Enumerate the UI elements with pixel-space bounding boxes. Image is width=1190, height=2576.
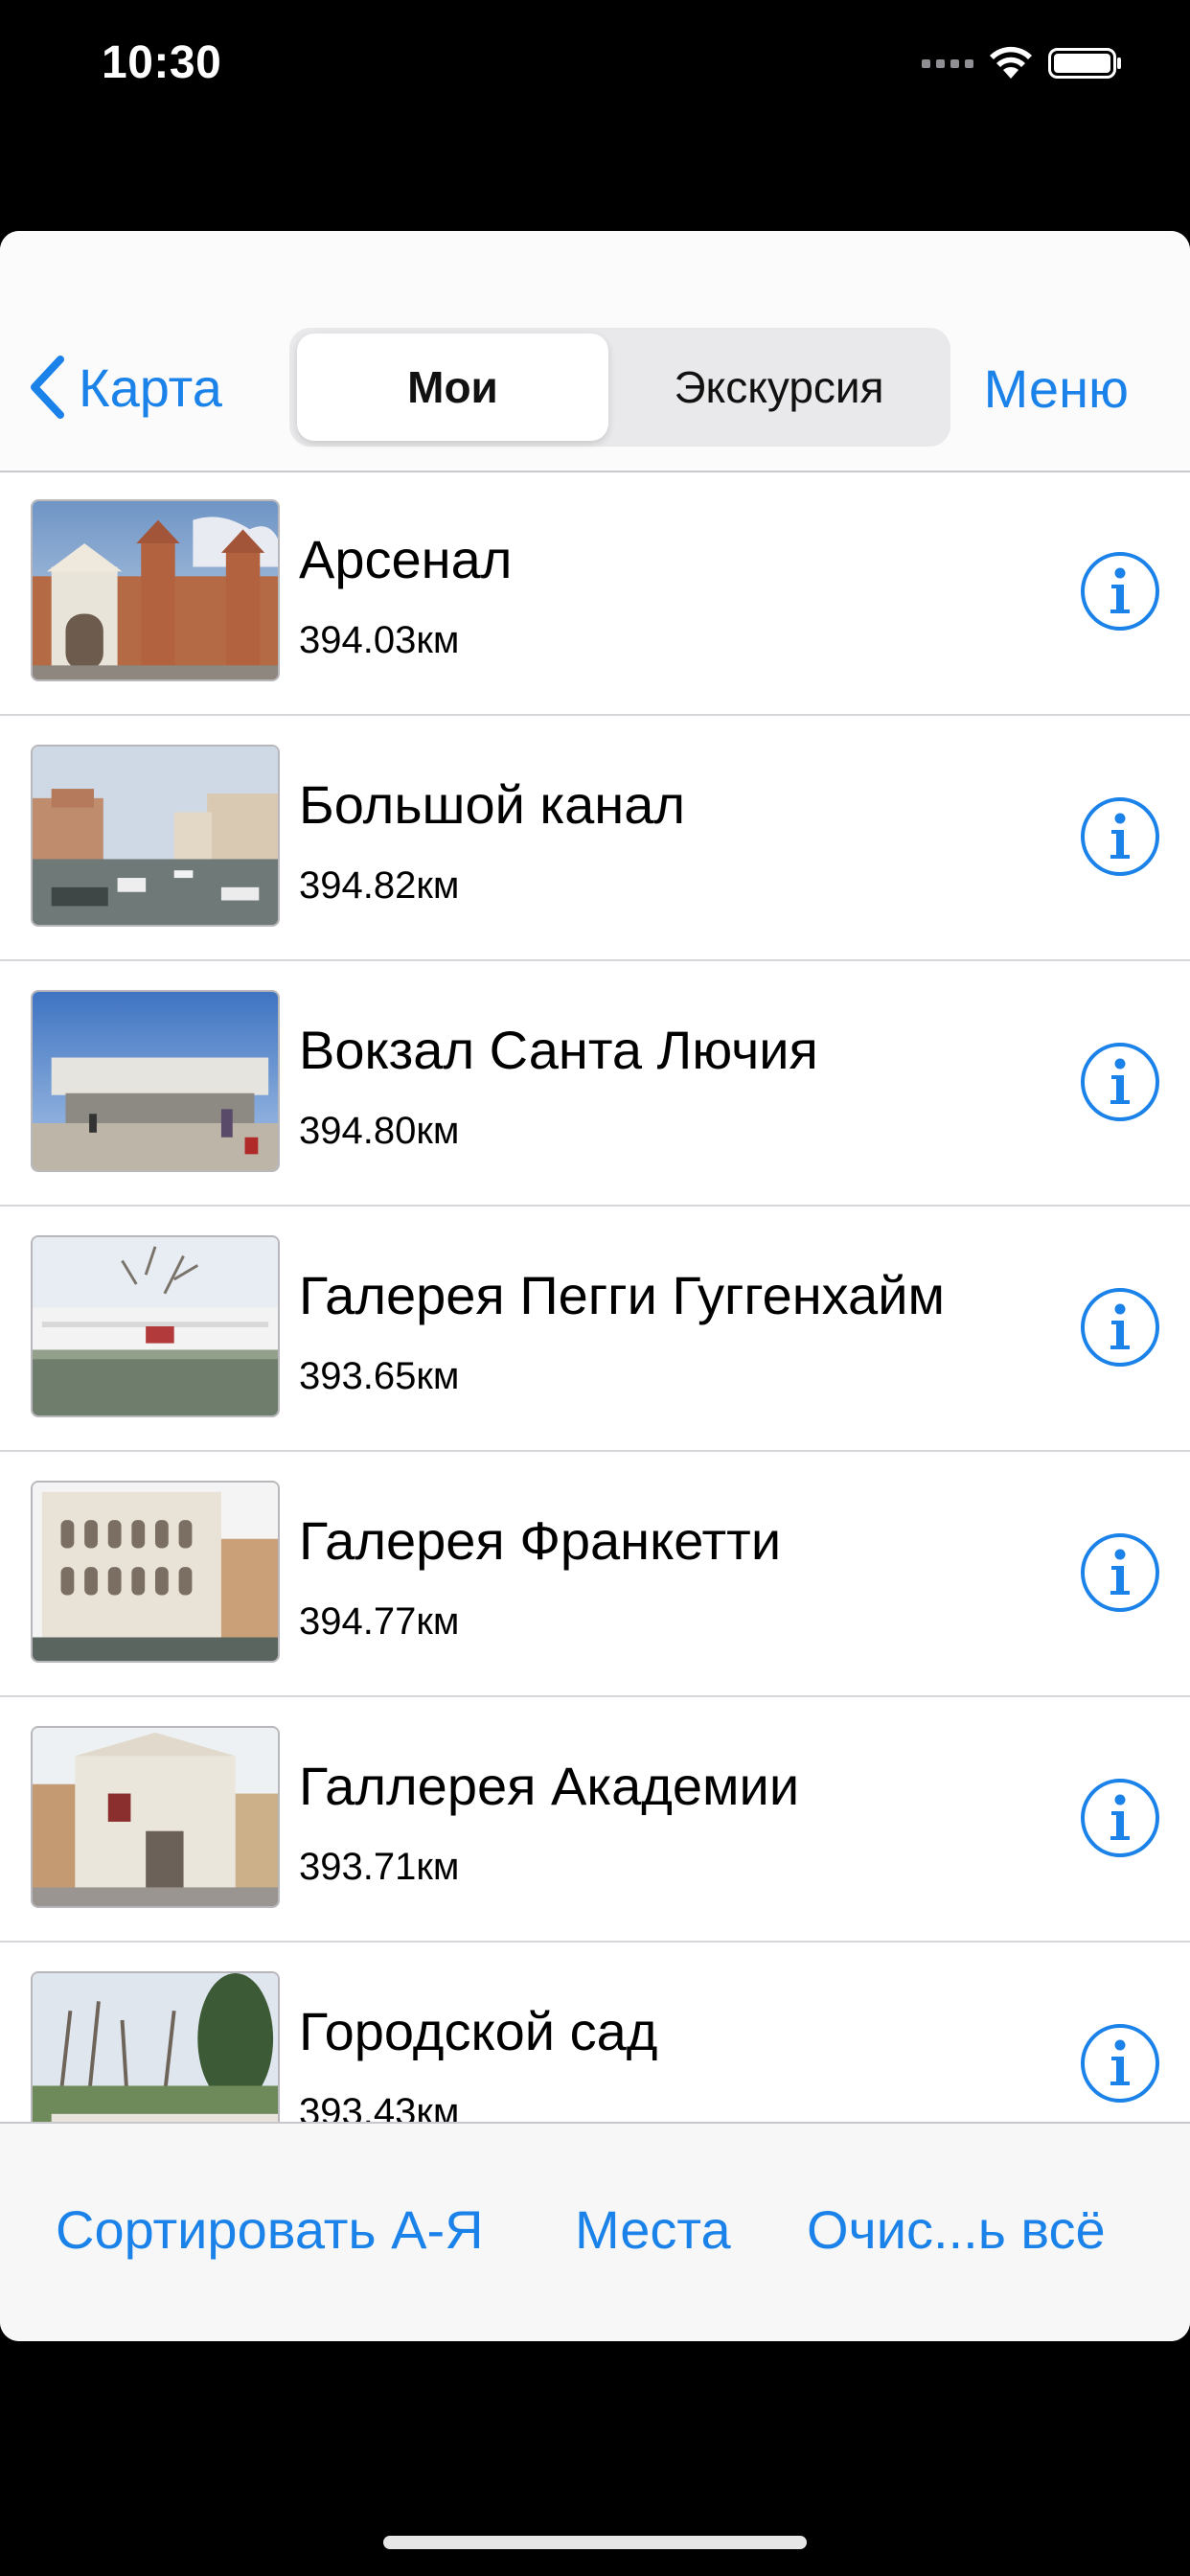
place-distance: 394.03км [299, 619, 460, 661]
place-thumbnail [31, 499, 280, 681]
place-title: Арсенал [299, 529, 513, 589]
chevron-left-icon [31, 356, 64, 419]
list-item[interactable]: Большой канал 394.82км [0, 716, 1190, 961]
list-item[interactable]: Галерея Франкетти 394.77км [0, 1452, 1190, 1697]
place-thumbnail [31, 1726, 280, 1908]
place-thumbnail [31, 1235, 280, 1417]
place-thumbnail [31, 1971, 280, 2122]
back-button[interactable]: Карта [29, 356, 222, 419]
place-thumbnail [31, 1481, 280, 1663]
place-distance: 394.77км [299, 1600, 460, 1643]
list-item[interactable]: Арсенал 394.03км [0, 471, 1190, 716]
places-button[interactable]: Места [575, 2198, 731, 2261]
list-item[interactable]: Галерея Пегги Гуггенхайм 393.65км [0, 1207, 1190, 1452]
cellular-signal-icon [922, 58, 973, 68]
place-thumbnail [31, 990, 280, 1172]
status-time: 10:30 [102, 37, 222, 88]
home-indicator[interactable] [383, 2536, 807, 2549]
place-distance: 393.43км [299, 2091, 460, 2122]
navigation-bar: Карта Мои Экскурсия Меню [0, 231, 1190, 472]
info-icon[interactable] [1079, 1286, 1161, 1368]
clear-all-button[interactable]: Очис...ь всё [807, 2198, 1106, 2261]
battery-icon [1048, 48, 1121, 79]
list-item[interactable]: Галлерея Академии 393.71км [0, 1697, 1190, 1943]
info-icon[interactable] [1079, 2022, 1161, 2104]
sort-button[interactable]: Сортировать А-Я [56, 2198, 484, 2261]
back-button-label: Карта [79, 356, 222, 418]
info-icon[interactable] [1079, 1777, 1161, 1859]
place-distance: 393.71км [299, 1846, 460, 1888]
info-icon[interactable] [1079, 550, 1161, 632]
wifi-icon [990, 46, 1032, 79]
status-icons [922, 46, 1123, 80]
place-distance: 394.82км [299, 864, 460, 907]
place-title: Галлерея Академии [299, 1756, 800, 1816]
place-title: Галерея Пегги Гуггенхайм [299, 1265, 945, 1325]
segment-mine[interactable]: Мои [297, 334, 608, 441]
place-title: Городской сад [299, 2001, 658, 2061]
place-thumbnail [31, 745, 280, 927]
menu-button[interactable]: Меню [984, 357, 1129, 420]
main-sheet: Карта Мои Экскурсия Меню Арсенал 394.03к… [0, 231, 1190, 2341]
place-title: Большой канал [299, 774, 686, 835]
info-icon[interactable] [1079, 795, 1161, 878]
bottom-toolbar: Сортировать А-Я Места Очис...ь всё [0, 2122, 1190, 2341]
place-title: Вокзал Санта Лючия [299, 1020, 818, 1080]
place-distance: 394.80км [299, 1110, 460, 1152]
segmented-control: Мои Экскурсия [289, 328, 950, 447]
info-icon[interactable] [1079, 1041, 1161, 1123]
status-bar: 10:30 [0, 0, 1190, 129]
place-title: Галерея Франкетти [299, 1510, 782, 1571]
list-item[interactable]: Вокзал Санта Лючия 394.80км [0, 961, 1190, 1207]
place-distance: 393.65км [299, 1355, 460, 1397]
info-icon[interactable] [1079, 1531, 1161, 1614]
list-item[interactable]: Городской сад 393.43км [0, 1943, 1190, 2122]
segment-excursion[interactable]: Экскурсия [616, 334, 942, 441]
places-list: Арсенал 394.03км Большой канал 394.82км … [0, 471, 1190, 2122]
